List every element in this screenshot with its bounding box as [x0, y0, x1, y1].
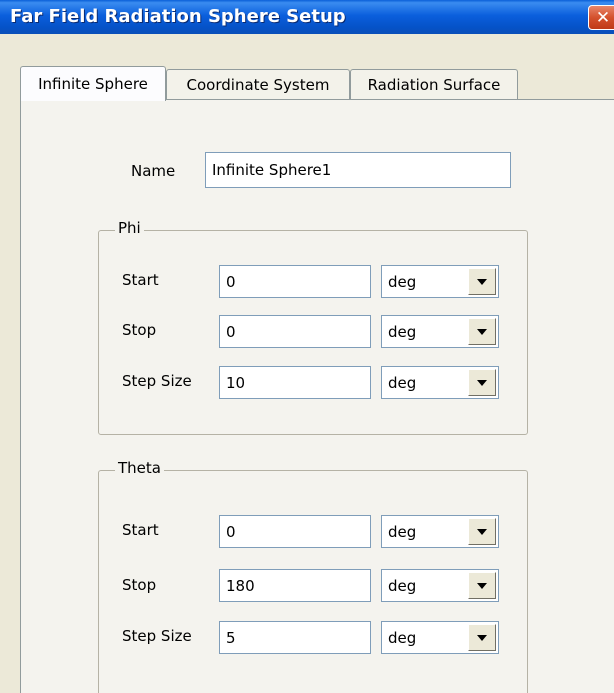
- tab-infinite-sphere[interactable]: Infinite Sphere: [20, 66, 166, 101]
- tab-radiation-surface[interactable]: Radiation Surface: [350, 69, 518, 99]
- name-label: Name: [131, 162, 176, 180]
- phi-stop-label: Stop: [122, 321, 157, 339]
- phi-start-input[interactable]: [219, 265, 371, 298]
- theta-step-size-unit-select[interactable]: deg: [381, 621, 499, 654]
- theta-stop-label: Stop: [122, 576, 157, 594]
- phi-legend: Phi: [115, 219, 144, 237]
- phi-start-label: Start: [122, 271, 159, 289]
- chevron-down-icon[interactable]: [468, 268, 496, 295]
- phi-stop-unit-select[interactable]: deg: [381, 315, 499, 348]
- phi-stop-input[interactable]: [219, 315, 371, 348]
- theta-step-size-unit-value: deg: [388, 629, 417, 647]
- window-title: Far Field Radiation Sphere Setup: [10, 6, 346, 27]
- theta-step-size-input[interactable]: [219, 621, 371, 654]
- dialog-window: Far Field Radiation Sphere Setup ✕ Infin…: [0, 0, 614, 693]
- theta-stop-unit-select[interactable]: deg: [381, 569, 499, 602]
- phi-start-unit-select[interactable]: deg: [381, 265, 499, 298]
- chevron-down-icon[interactable]: [468, 369, 496, 396]
- theta-start-unit-value: deg: [388, 523, 417, 541]
- chevron-down-icon[interactable]: [468, 624, 496, 651]
- phi-start-unit-value: deg: [388, 273, 417, 291]
- phi-step-size-input[interactable]: [219, 366, 371, 399]
- close-icon: ✕: [595, 7, 611, 28]
- close-button[interactable]: ✕: [588, 5, 614, 30]
- theta-legend: Theta: [115, 459, 164, 477]
- phi-step-size-label: Step Size: [122, 372, 192, 390]
- theta-start-unit-select[interactable]: deg: [381, 515, 499, 548]
- theta-start-input[interactable]: [219, 515, 371, 548]
- phi-stop-unit-value: deg: [388, 323, 417, 341]
- chevron-down-icon[interactable]: [468, 572, 496, 599]
- tab-coordinate-system[interactable]: Coordinate System: [166, 69, 350, 99]
- theta-step-size-label: Step Size: [122, 627, 192, 645]
- phi-step-size-unit-value: deg: [388, 374, 417, 392]
- phi-step-size-unit-select[interactable]: deg: [381, 366, 499, 399]
- theta-stop-unit-value: deg: [388, 577, 417, 595]
- chevron-down-icon[interactable]: [468, 518, 496, 545]
- title-bar[interactable]: Far Field Radiation Sphere Setup ✕: [0, 0, 614, 34]
- chevron-down-icon[interactable]: [468, 318, 496, 345]
- theta-start-label: Start: [122, 521, 159, 539]
- name-field[interactable]: [205, 152, 511, 188]
- theta-stop-input[interactable]: [219, 569, 371, 602]
